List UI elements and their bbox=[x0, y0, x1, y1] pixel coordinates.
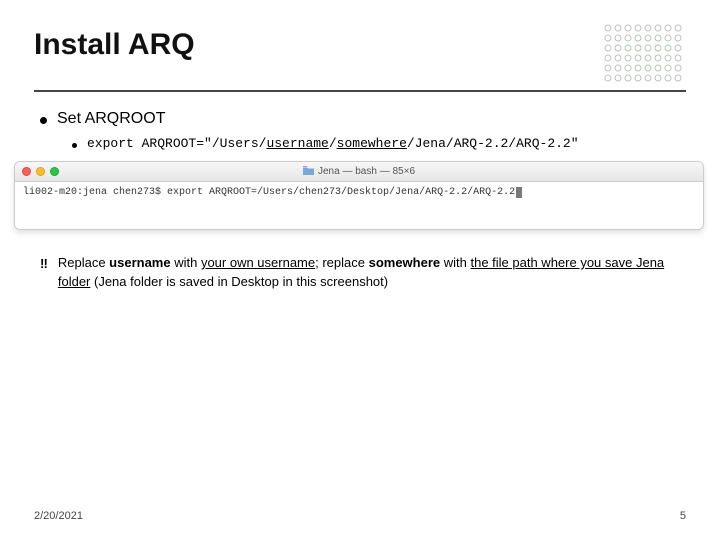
code-username: username bbox=[266, 136, 328, 151]
cursor-icon bbox=[516, 187, 522, 198]
title-divider bbox=[34, 90, 686, 92]
note-username-bold: username bbox=[109, 255, 170, 270]
bullet-dot-icon bbox=[40, 117, 47, 124]
terminal-line: li002-m20:jena chen273$ export ARQROOT=/… bbox=[23, 187, 515, 198]
close-icon[interactable] bbox=[22, 167, 31, 176]
footer-page-number: 5 bbox=[680, 510, 686, 522]
zoom-icon[interactable] bbox=[50, 167, 59, 176]
traffic-lights bbox=[22, 167, 59, 176]
footer-date: 2/20/2021 bbox=[34, 510, 83, 522]
code-somewhere: somewhere bbox=[337, 136, 407, 151]
folder-icon bbox=[303, 166, 314, 178]
note-own-username-ul: your own username bbox=[201, 255, 315, 270]
terminal-body[interactable]: li002-m20:jena chen273$ export ARQROOT=/… bbox=[15, 182, 703, 229]
terminal-titlebar: Jena — bash — 85×6 bbox=[15, 162, 703, 182]
code-sep1: / bbox=[329, 136, 337, 151]
note-somewhere-bold: somewhere bbox=[369, 255, 441, 270]
note-text: Replace username with your own username;… bbox=[58, 254, 686, 292]
dot-grid-decoration bbox=[602, 22, 692, 82]
slide-title: Install ARQ bbox=[34, 28, 195, 62]
minimize-icon[interactable] bbox=[36, 167, 45, 176]
bullet-set-arqroot: Set ARQROOT bbox=[40, 110, 686, 128]
terminal-window: Jena — bash — 85×6 li002-m20:jena chen27… bbox=[14, 161, 704, 230]
note-replace: ‼ Replace username with your own usernam… bbox=[34, 254, 686, 292]
sub-bullet-dot-icon bbox=[72, 143, 77, 148]
code-prefix: export ARQROOT="/Users/ bbox=[87, 136, 266, 151]
code-suffix: /Jena/ARQ-2.2/ARQ-2.2" bbox=[407, 136, 579, 151]
bullet-label: Set ARQROOT bbox=[57, 110, 165, 128]
double-exclamation-icon: ‼ bbox=[40, 255, 48, 274]
terminal-title-text: Jena — bash — 85×6 bbox=[318, 166, 415, 177]
sub-bullet-export: export ARQROOT="/Users/username/somewher… bbox=[72, 136, 686, 151]
export-command: export ARQROOT="/Users/username/somewher… bbox=[87, 136, 579, 151]
